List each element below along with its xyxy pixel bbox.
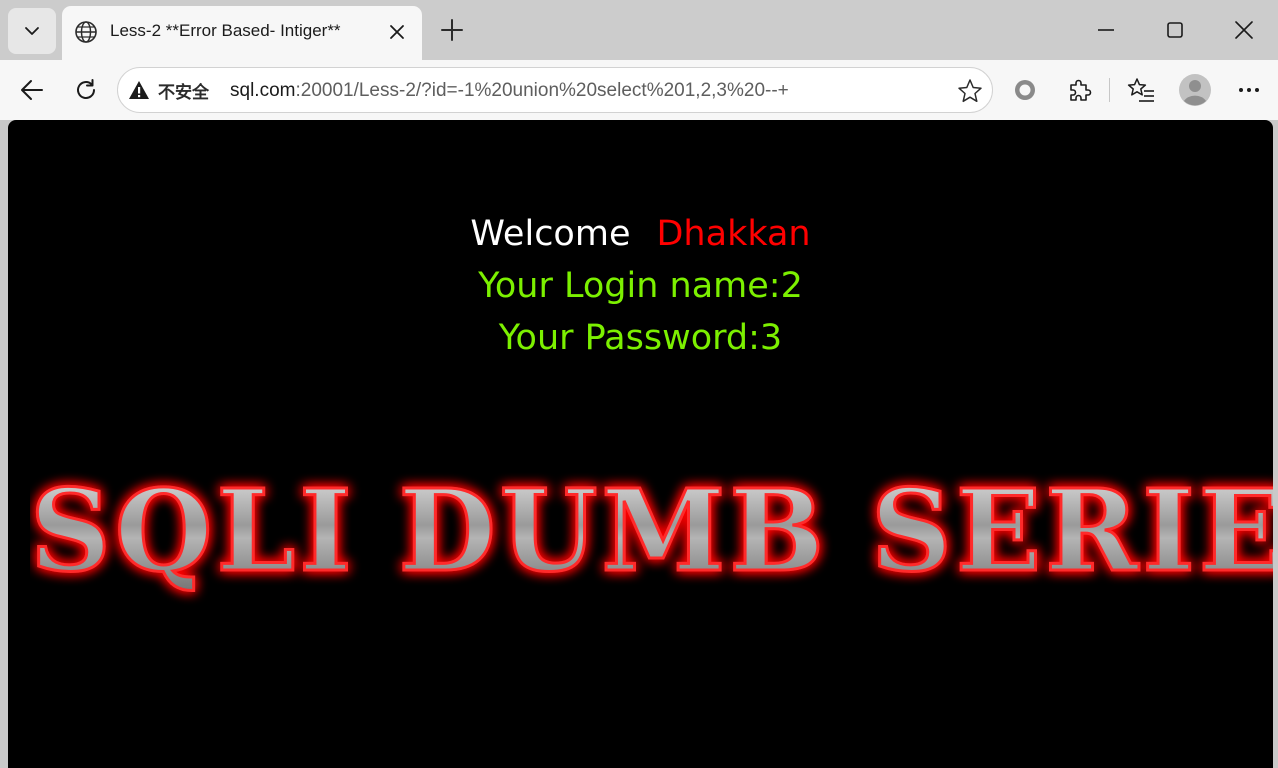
favorites-button[interactable] (1123, 72, 1159, 108)
tab-strip: Less-2 **Error Based- Intiger** (0, 0, 1278, 60)
extensions-button[interactable] (1061, 72, 1097, 108)
close-icon (390, 25, 404, 39)
tab-close-button[interactable] (384, 19, 410, 45)
maximize-button[interactable] (1155, 12, 1195, 48)
welcome-name: Dhakkan (656, 214, 811, 254)
new-tab-button[interactable] (436, 14, 468, 46)
close-icon (1235, 21, 1253, 39)
browser-window: Less-2 **Error Based- Intiger** 不安全 sql.… (0, 0, 1278, 768)
browser-essentials-button[interactable] (1007, 72, 1043, 108)
plus-icon (441, 19, 463, 41)
tab-list-button[interactable] (8, 8, 56, 54)
puzzle-icon (1070, 79, 1092, 101)
globe-icon (75, 21, 97, 43)
banner-text: SQLI DUMB SERIES (30, 470, 1273, 597)
tab-title: Less-2 **Error Based- Intiger** (110, 21, 341, 40)
login-name-line: Your Login name:2 (478, 266, 803, 306)
page-content: Welcome Dhakkan Your Login name:2 Your Pa… (8, 120, 1273, 768)
maximize-icon (1167, 22, 1183, 38)
security-label: 不安全 (158, 82, 209, 102)
reload-icon (77, 79, 95, 99)
address-bar[interactable]: 不安全 sql.com:20001/Less-2/?id=-1%20union%… (117, 67, 993, 113)
minimize-icon (1098, 29, 1114, 31)
minimize-button[interactable] (1086, 12, 1126, 48)
more-icon (1239, 88, 1259, 92)
toolbar-separator (1109, 78, 1110, 102)
add-favorite-button[interactable] (956, 77, 984, 105)
star-icon (958, 79, 982, 103)
settings-menu-button[interactable] (1231, 72, 1267, 108)
chevron-down-icon (25, 27, 39, 35)
circle-icon (1015, 80, 1035, 100)
toolbar: 不安全 sql.com:20001/Less-2/?id=-1%20union%… (0, 60, 1278, 120)
tab-active[interactable]: Less-2 **Error Based- Intiger** (62, 6, 422, 60)
site-security-button[interactable]: 不安全 (128, 77, 209, 103)
url-text[interactable]: sql.com:20001/Less-2/?id=-1%20union%20se… (230, 80, 789, 102)
welcome-label: Welcome (470, 214, 631, 254)
reload-button[interactable] (68, 72, 104, 108)
welcome-line: Welcome Dhakkan (8, 214, 1273, 254)
url-host: sql.com (230, 80, 296, 101)
avatar-icon (1179, 74, 1211, 106)
sqli-dumb-series-banner: SQLI DUMB SERIES (30, 470, 1273, 599)
password-line: Your Password:3 (498, 318, 783, 358)
back-arrow-icon (21, 80, 43, 100)
favorites-list-icon (1127, 78, 1154, 102)
warning-icon (129, 81, 149, 99)
back-button[interactable] (14, 72, 50, 108)
profile-button[interactable] (1177, 72, 1213, 108)
url-path: :20001/Less-2/?id=-1%20union%20select%20… (295, 80, 789, 101)
close-window-button[interactable] (1224, 12, 1264, 48)
